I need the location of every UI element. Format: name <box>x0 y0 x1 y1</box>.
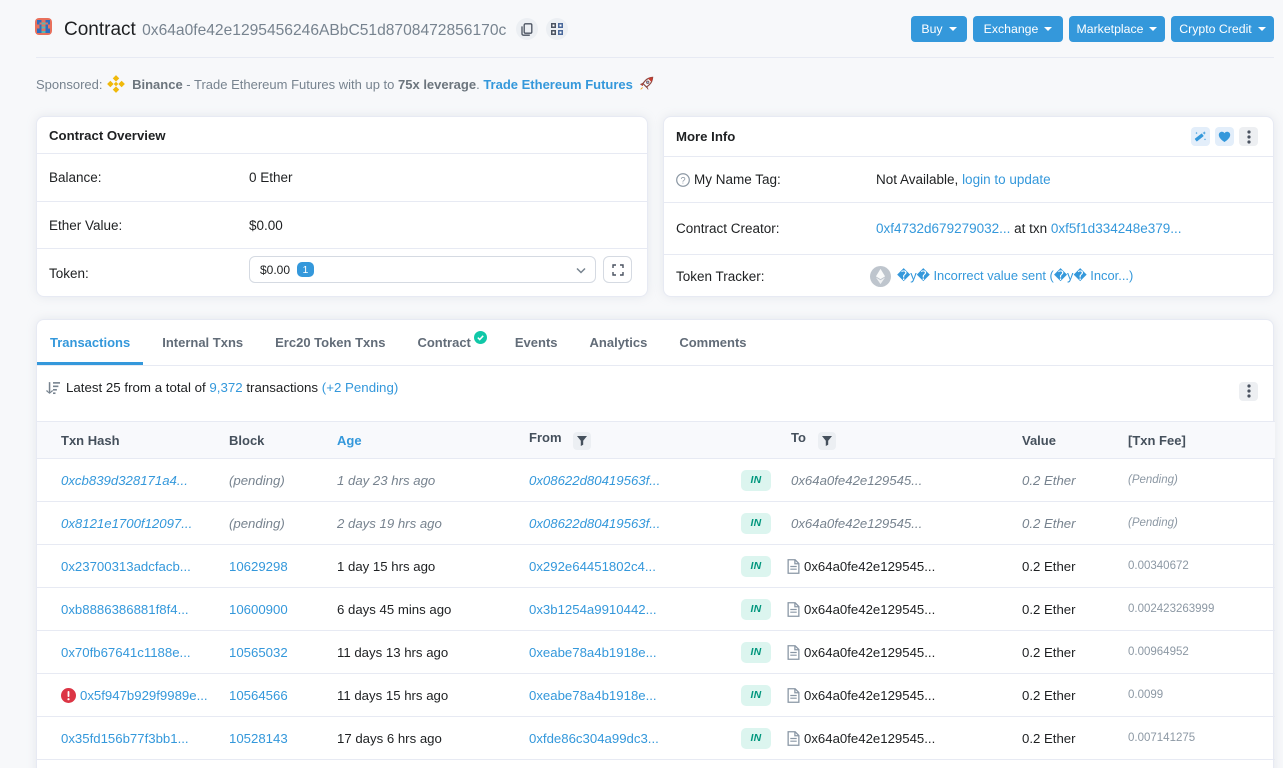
svg-text:?: ? <box>680 175 685 185</box>
